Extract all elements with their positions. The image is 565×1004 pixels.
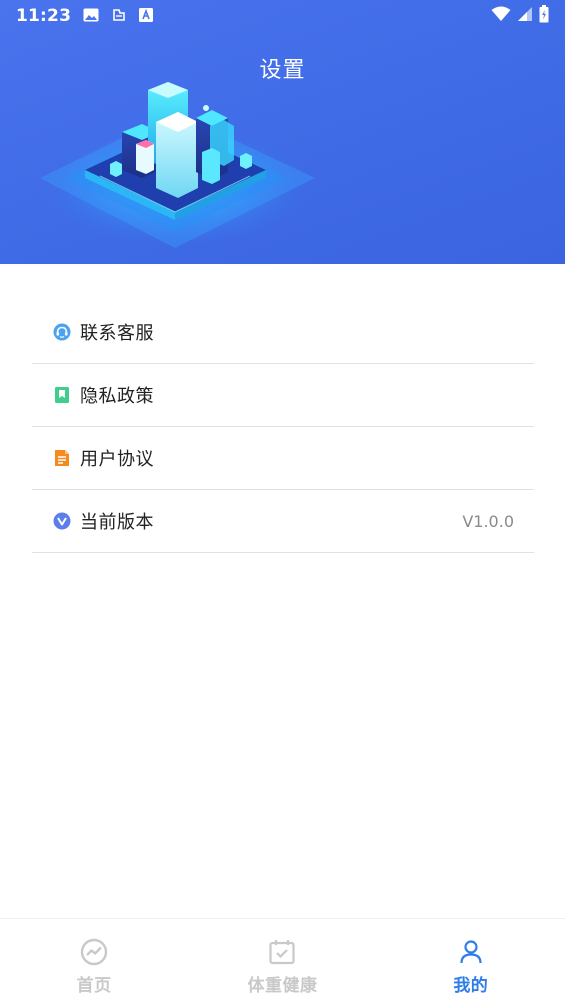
cloud-icon bbox=[111, 7, 127, 26]
calendar-check-icon bbox=[267, 937, 297, 967]
customer-service-icon bbox=[51, 321, 73, 343]
home-chart-icon bbox=[79, 937, 109, 967]
version-value: V1.0.0 bbox=[462, 511, 514, 531]
tab-label: 体重健康 bbox=[247, 976, 318, 996]
version-v-icon bbox=[51, 510, 73, 532]
wifi-icon bbox=[491, 6, 511, 26]
bottom-tab-bar: 首页 体重健康 我的 bbox=[0, 918, 565, 1004]
header: 11:23 设置 bbox=[0, 0, 565, 264]
tab-home[interactable]: 首页 bbox=[0, 919, 188, 1004]
menu-item-label: 用户协议 bbox=[80, 449, 154, 470]
tab-mine[interactable]: 我的 bbox=[377, 919, 565, 1004]
user-icon bbox=[456, 937, 486, 967]
signal-icon bbox=[517, 6, 533, 26]
menu-item-label: 联系客服 bbox=[80, 323, 154, 344]
tab-weight-health[interactable]: 体重健康 bbox=[188, 919, 376, 1004]
status-system-icons bbox=[491, 5, 549, 27]
app-a-icon bbox=[139, 7, 154, 26]
menu-item-privacy-policy[interactable]: 隐私政策 bbox=[32, 364, 534, 427]
status-time: 11:23 bbox=[16, 6, 72, 26]
status-notifications bbox=[83, 7, 154, 26]
privacy-bookmark-icon bbox=[51, 384, 73, 406]
menu-item-current-version[interactable]: 当前版本 V1.0.0 bbox=[32, 490, 534, 553]
document-icon bbox=[51, 447, 73, 469]
image-icon bbox=[83, 7, 99, 26]
menu-item-label: 当前版本 bbox=[80, 512, 154, 533]
settings-menu: 联系客服 隐私政策 用户协议 当前版本 V1.0.0 bbox=[32, 301, 534, 553]
status-bar: 11:23 bbox=[0, 0, 565, 32]
tab-label: 我的 bbox=[453, 976, 489, 996]
menu-item-customer-service[interactable]: 联系客服 bbox=[32, 301, 534, 364]
tab-label: 首页 bbox=[76, 976, 112, 996]
menu-item-user-agreement[interactable]: 用户协议 bbox=[32, 427, 534, 490]
menu-item-label: 隐私政策 bbox=[80, 386, 154, 407]
battery-icon bbox=[539, 5, 549, 27]
city-illustration bbox=[30, 60, 330, 254]
